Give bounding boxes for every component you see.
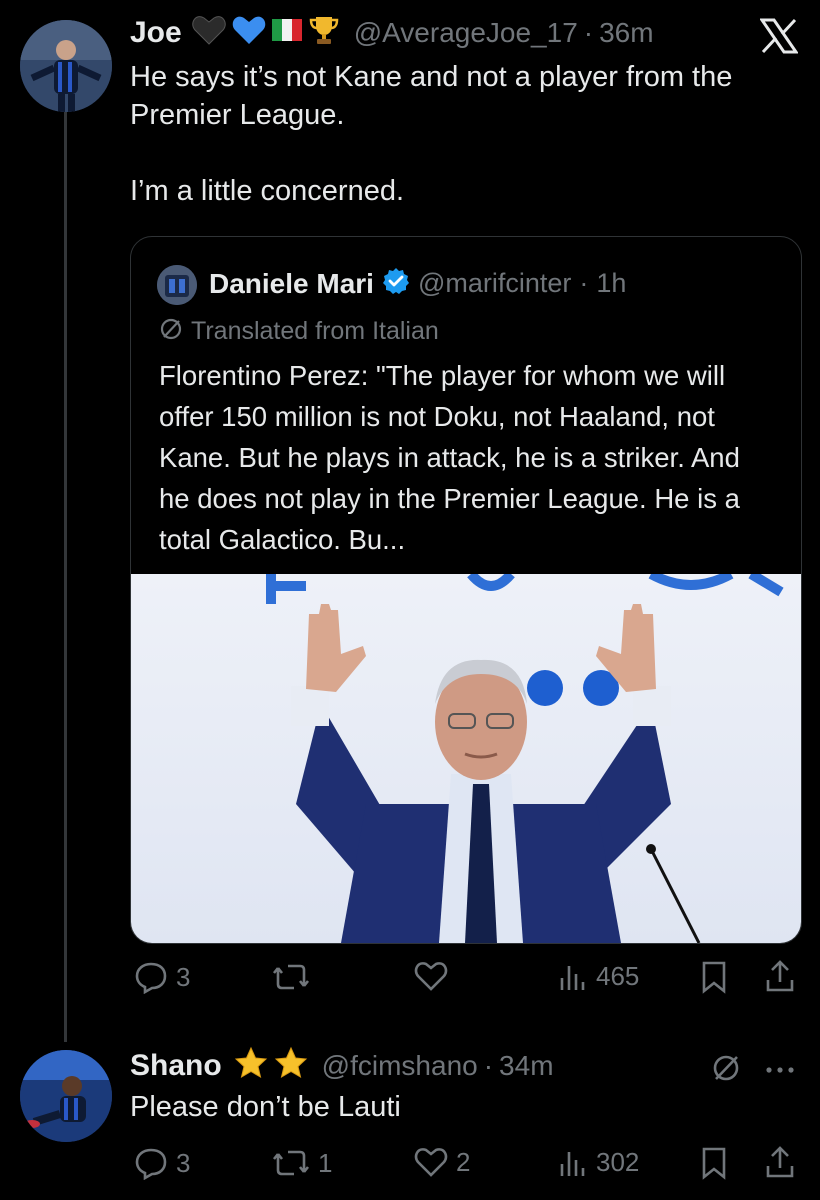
heart-icon: [414, 960, 448, 992]
tweet-text: Please don’t be Lauti: [130, 1091, 401, 1123]
repost-icon: [272, 1146, 310, 1180]
share-button[interactable]: [764, 1144, 796, 1180]
repost-button[interactable]: 1: [272, 1146, 332, 1180]
reply-count: 3: [176, 961, 191, 992]
quoted-avatar[interactable]: [157, 265, 197, 305]
reply-count: 3: [176, 1147, 191, 1178]
views-count: 302: [596, 1146, 640, 1177]
views-count: 465: [596, 960, 640, 991]
like-count: 2: [456, 1146, 471, 1177]
translate-icon[interactable]: [710, 1052, 742, 1089]
bookmark-icon: [700, 1146, 728, 1180]
italy-flag-icon: [271, 19, 302, 46]
quoted-tweet-card[interactable]: Daniele Mari @marifcinter · 1h Translate…: [130, 236, 802, 944]
quoted-tweet-text: Florentino Perez: "The player for whom w…: [159, 360, 740, 555]
verified-badge-icon: [382, 267, 410, 300]
share-icon: [764, 958, 796, 994]
star-icon: [234, 1046, 268, 1085]
repost-count: 1: [318, 1147, 333, 1178]
reply-icon: [134, 960, 168, 994]
share-button[interactable]: [764, 958, 796, 994]
translated-label: Translated from Italian: [159, 317, 439, 346]
quoted-handle[interactable]: @marifcinter: [418, 268, 571, 299]
display-name[interactable]: Joe: [130, 16, 182, 50]
display-name[interactable]: Shano: [130, 1049, 222, 1083]
share-icon: [764, 1144, 796, 1180]
timestamp[interactable]: 34m: [499, 1050, 553, 1082]
heart-icon: [414, 1146, 448, 1178]
repost-button[interactable]: [272, 960, 318, 994]
views-button[interactable]: 465: [558, 960, 639, 992]
views-icon: [558, 960, 588, 992]
separator-dot: ·: [583, 16, 594, 48]
bookmark-button[interactable]: [700, 1146, 728, 1180]
bookmark-button[interactable]: [700, 960, 728, 994]
avatar[interactable]: [20, 1050, 112, 1142]
quoted-display-name[interactable]: Daniele Mari: [209, 268, 374, 300]
tweet-header: Joe @AverageJoe_17 · 36m: [130, 14, 654, 51]
quoted-header: Daniele Mari @marifcinter · 1h: [209, 267, 626, 300]
bookmark-icon: [700, 960, 728, 994]
translate-icon: [159, 317, 183, 346]
translated-text: Translated from Italian: [191, 317, 439, 345]
separator-dot: ·: [483, 1049, 494, 1081]
reply-icon: [134, 1146, 168, 1180]
blue-heart-icon: [232, 15, 266, 50]
repost-icon: [272, 960, 310, 994]
more-options-icon[interactable]: [764, 1062, 796, 1080]
trophy-icon: [308, 14, 340, 51]
like-button[interactable]: [414, 960, 456, 992]
quoted-tweet-image[interactable]: [131, 574, 801, 943]
star-icon: [274, 1046, 308, 1085]
quoted-separator-dot: ·: [579, 268, 589, 298]
views-icon: [558, 1146, 588, 1178]
thread-connector-line: [64, 112, 67, 1042]
tweet-header: Shano @fcimshano · 34m: [130, 1046, 554, 1085]
reply-button[interactable]: 3: [134, 960, 190, 994]
handle[interactable]: @fcimshano: [322, 1050, 478, 1082]
tweet-text: He says it’s not Kane and not a player f…: [130, 61, 733, 207]
avatar[interactable]: [20, 20, 112, 112]
black-heart-icon: [191, 15, 226, 50]
reply-button[interactable]: 3: [134, 1146, 190, 1180]
like-button[interactable]: 2: [414, 1146, 470, 1178]
handle[interactable]: @AverageJoe_17: [354, 17, 578, 49]
views-button[interactable]: 302: [558, 1146, 639, 1178]
timestamp[interactable]: 36m: [599, 17, 653, 49]
x-logo-icon[interactable]: [759, 18, 799, 54]
quoted-timestamp[interactable]: 1h: [596, 268, 626, 299]
